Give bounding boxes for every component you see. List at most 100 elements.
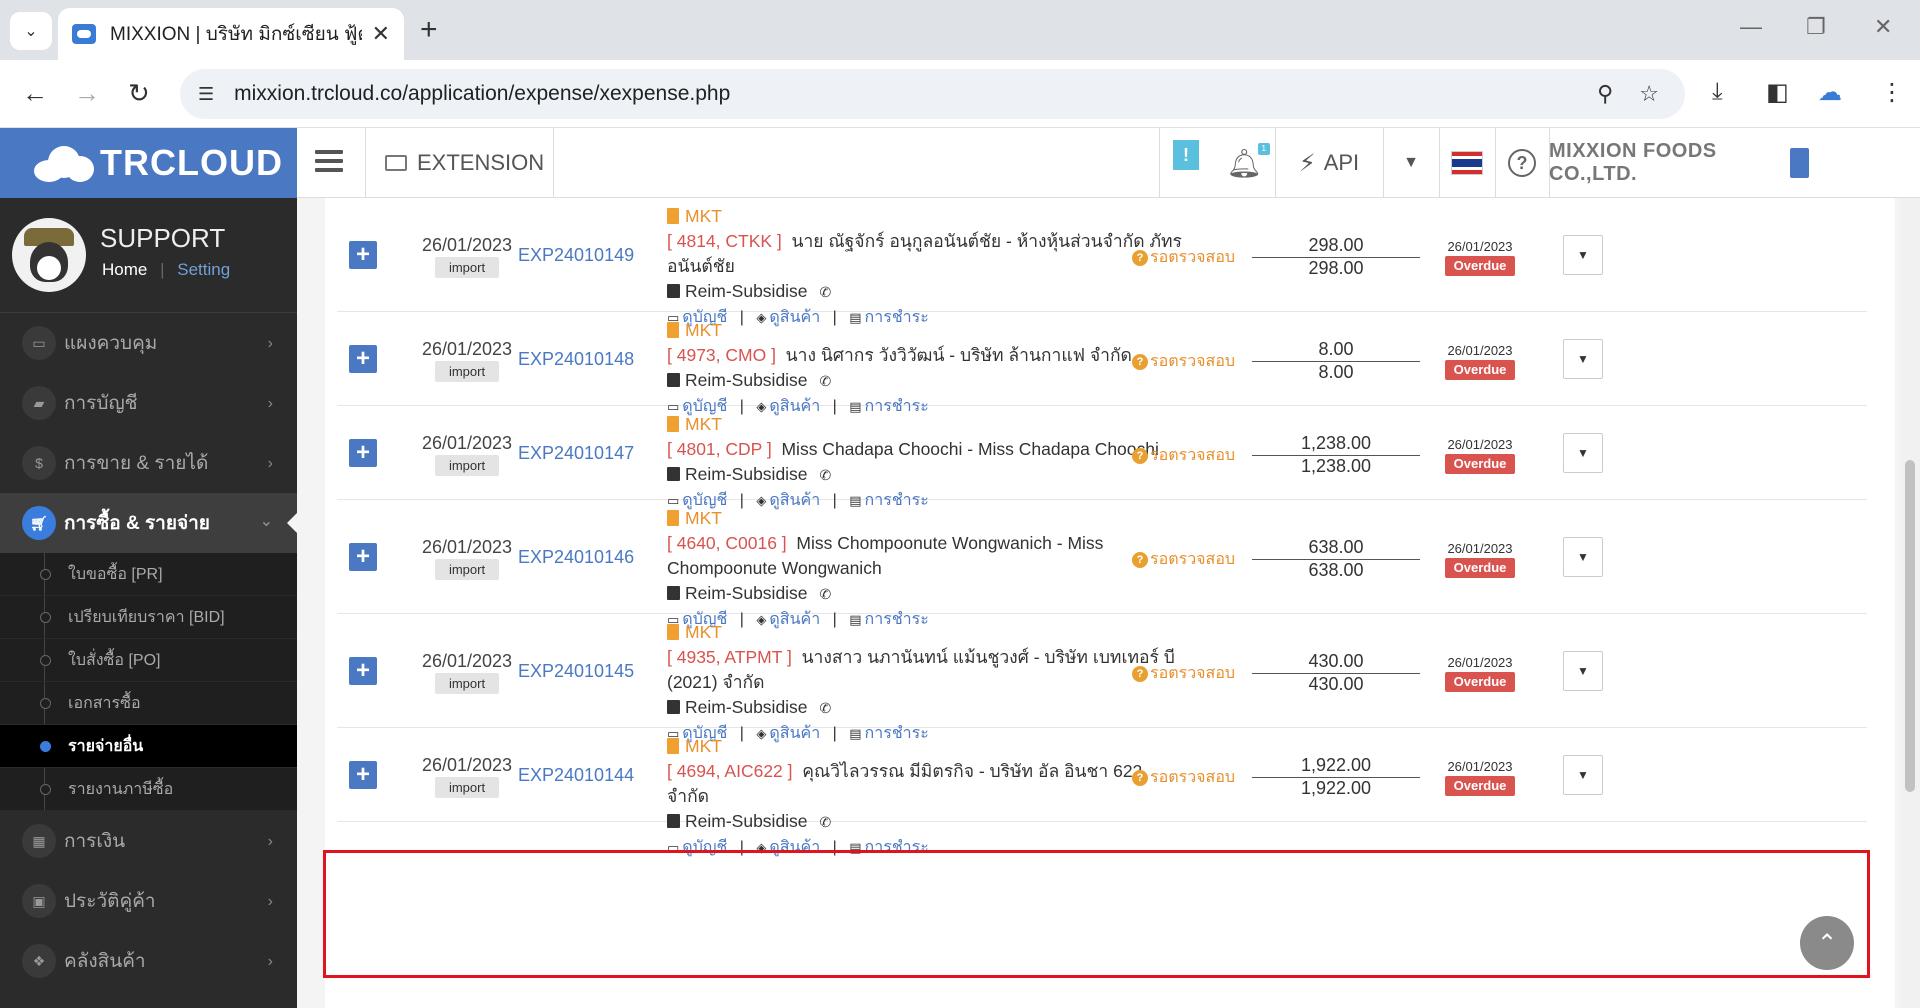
expand-row-button[interactable]: + — [349, 439, 377, 467]
vendor-code[interactable]: [ 4694, AIC622 ] — [667, 761, 793, 781]
new-tab-icon[interactable]: + — [420, 12, 438, 48]
expense-doc-link[interactable]: EXP24010145 — [518, 661, 634, 682]
extension-button[interactable]: EXTENSION — [385, 128, 544, 198]
expense-row: + 26/01/2023 import EXP24010149 MKT [ 48… — [337, 198, 1867, 326]
expand-row-button[interactable]: + — [349, 657, 377, 685]
expand-row-button[interactable]: + — [349, 345, 377, 373]
overdue-badge: Overdue — [1445, 256, 1515, 276]
sidebar-item-dashboard[interactable]: ▭ แผงควบคุม › — [0, 313, 297, 373]
expand-row-button[interactable]: + — [349, 761, 377, 789]
expense-doc-link[interactable]: EXP24010144 — [518, 765, 634, 786]
book-icon: ▰ — [22, 386, 56, 420]
category-label: Reim-Subsidise — [685, 464, 808, 484]
expense-doc-link[interactable]: EXP24010147 — [518, 443, 634, 464]
restore-icon[interactable]: ❐ — [1806, 14, 1826, 40]
extension-cloud-icon[interactable]: ☁ — [1818, 78, 1842, 107]
notification-button[interactable]: 🔔︎ 1 — [1213, 128, 1275, 198]
scroll-to-top-button[interactable]: ⌃ — [1800, 916, 1854, 970]
back-icon[interactable]: ← — [22, 78, 48, 108]
expense-date: 26/01/2023 — [421, 235, 513, 255]
payment-icon: ▤ — [849, 840, 862, 855]
chevron-right-icon: › — [267, 395, 273, 412]
import-badge: import — [435, 673, 499, 694]
window-close-icon[interactable]: ✕ — [1874, 14, 1892, 40]
row-actions-dropdown[interactable]: ▼ — [1563, 537, 1603, 577]
due-date: 26/01/2023 — [1447, 541, 1513, 556]
submenu-item-po[interactable]: ใบสั่งซื้อ [PO] — [0, 639, 297, 682]
minimize-icon[interactable]: — — [1740, 14, 1762, 40]
reload-icon[interactable]: ↻ — [128, 78, 150, 108]
bookmark-star-icon[interactable]: ☆ — [1639, 81, 1659, 107]
sidebar-item-inventory[interactable]: ❖ คลังสินค้า › — [0, 931, 297, 991]
phone-icon: ✆ — [819, 373, 832, 389]
forward-icon[interactable]: → — [74, 78, 100, 108]
sidebar-item-purchase[interactable]: 🛒︎ การซื้อ & รายจ่าย ⌄ — [0, 493, 297, 553]
amount-block: 638.00 638.00 — [1252, 537, 1420, 581]
caret-down-icon: ▼ — [1577, 446, 1589, 460]
avatar[interactable] — [12, 218, 86, 292]
status-label: ? รอตรวจสอบ — [1132, 443, 1235, 468]
row-actions-dropdown[interactable]: ▼ — [1563, 433, 1603, 473]
sidebar-item-sales[interactable]: $ การขาย & รายได้ › — [0, 433, 297, 493]
monitor-icon: ▭ — [667, 840, 680, 855]
expense-doc-link[interactable]: EXP24010149 — [518, 245, 634, 266]
sidebar-item-accounting[interactable]: ▰ การบัญชี › — [0, 373, 297, 433]
row-actions-dropdown[interactable]: ▼ — [1563, 235, 1603, 275]
view-product-link[interactable]: ดูสินค้า — [769, 839, 820, 856]
expense-doc-link[interactable]: EXP24010146 — [518, 547, 634, 568]
expand-row-button[interactable]: + — [349, 241, 377, 269]
submenu-item-other-expense[interactable]: รายจ่ายอื่น — [0, 725, 297, 768]
app-logo[interactable]: TRCLOUD — [0, 128, 297, 198]
question-icon: ? — [1132, 666, 1148, 682]
help-button[interactable]: ? — [1495, 128, 1549, 198]
sidebar-item-label: การบัญชี — [64, 393, 138, 414]
browser-tab[interactable]: MIXXION | บริษัท มิกซ์เซียน ฟู้ดส์ จำกัด… — [58, 8, 404, 60]
tab-close-icon[interactable]: ✕ — [372, 21, 390, 47]
row-actions-dropdown[interactable]: ▼ — [1563, 339, 1603, 379]
expense-doc-link[interactable]: EXP24010148 — [518, 349, 634, 370]
vendor-code[interactable]: [ 4814, CTKK ] — [667, 231, 782, 251]
submenu-item-bid[interactable]: เปรียบเทียบราคา [BID] — [0, 596, 297, 639]
site-info-icon[interactable]: ☰ — [198, 84, 214, 105]
setting-link[interactable]: Setting — [177, 260, 230, 279]
hamburger-menu-icon[interactable] — [315, 150, 343, 172]
amount-total: 1,238.00 — [1300, 456, 1372, 476]
payment-link[interactable]: การชำระ — [865, 839, 929, 856]
plug-icon: ⚡︎ — [1298, 149, 1316, 177]
url-bar[interactable]: ☰ mixxion.trcloud.co/application/expense… — [180, 69, 1685, 119]
submenu-item-purchase-tax-report[interactable]: รายงานภาษีซื้อ — [0, 768, 297, 811]
building-icon — [667, 738, 679, 754]
phone-icon: ✆ — [819, 814, 832, 830]
api-button[interactable]: ⚡︎ API — [1275, 128, 1383, 198]
vendor-code[interactable]: [ 4640, C0016 ] — [667, 533, 787, 553]
home-link[interactable]: Home — [102, 260, 147, 279]
tab-search-chevron-icon[interactable]: ⌄ — [10, 12, 52, 50]
calendar-icon: ▦ — [22, 824, 56, 858]
page-scrollbar[interactable] — [1900, 198, 1920, 1008]
vendor-code[interactable]: [ 4935, ATPMT ] — [667, 647, 792, 667]
company-selector[interactable]: MIXXION FOODS CO.,LTD. — [1549, 128, 1809, 198]
row-actions-dropdown[interactable]: ▼ — [1563, 651, 1603, 691]
browser-menu-icon[interactable]: ⋮ — [1880, 78, 1904, 107]
notification-badge: 1 — [1257, 142, 1270, 155]
language-button[interactable] — [1439, 128, 1495, 198]
alert-button[interactable]: ! — [1159, 128, 1213, 198]
sidebar-item-contacts[interactable]: ▣ ประวัติคู่ค้า › — [0, 871, 297, 931]
row-actions-dropdown[interactable]: ▼ — [1563, 755, 1603, 795]
submenu-item-pr[interactable]: ใบขอซื้อ [PR] — [0, 553, 297, 596]
caret-down-icon: ▼ — [1403, 154, 1419, 171]
zoom-icon[interactable]: ⚲ — [1597, 81, 1613, 107]
profile-section: SUPPORT Home | Setting — [0, 198, 297, 313]
vendor-code[interactable]: [ 4973, CMO ] — [667, 345, 776, 365]
sidebar-item-finance[interactable]: ▦ การเงิน › — [0, 811, 297, 871]
side-panel-icon[interactable]: ◧ — [1766, 78, 1789, 107]
header-dropdown-button[interactable]: ▼ — [1383, 128, 1439, 198]
scrollbar-thumb[interactable] — [1905, 460, 1915, 792]
expand-row-button[interactable]: + — [349, 543, 377, 571]
question-icon: ? — [1132, 250, 1148, 266]
url-text[interactable]: mixxion.trcloud.co/application/expense/x… — [234, 82, 1597, 106]
submenu-item-purchase-docs[interactable]: เอกสารซื้อ — [0, 682, 297, 725]
view-account-link[interactable]: ดูบัญชี — [682, 839, 727, 856]
vendor-code[interactable]: [ 4801, CDP ] — [667, 439, 772, 459]
download-icon[interactable]: ⤓ — [1712, 78, 1723, 106]
